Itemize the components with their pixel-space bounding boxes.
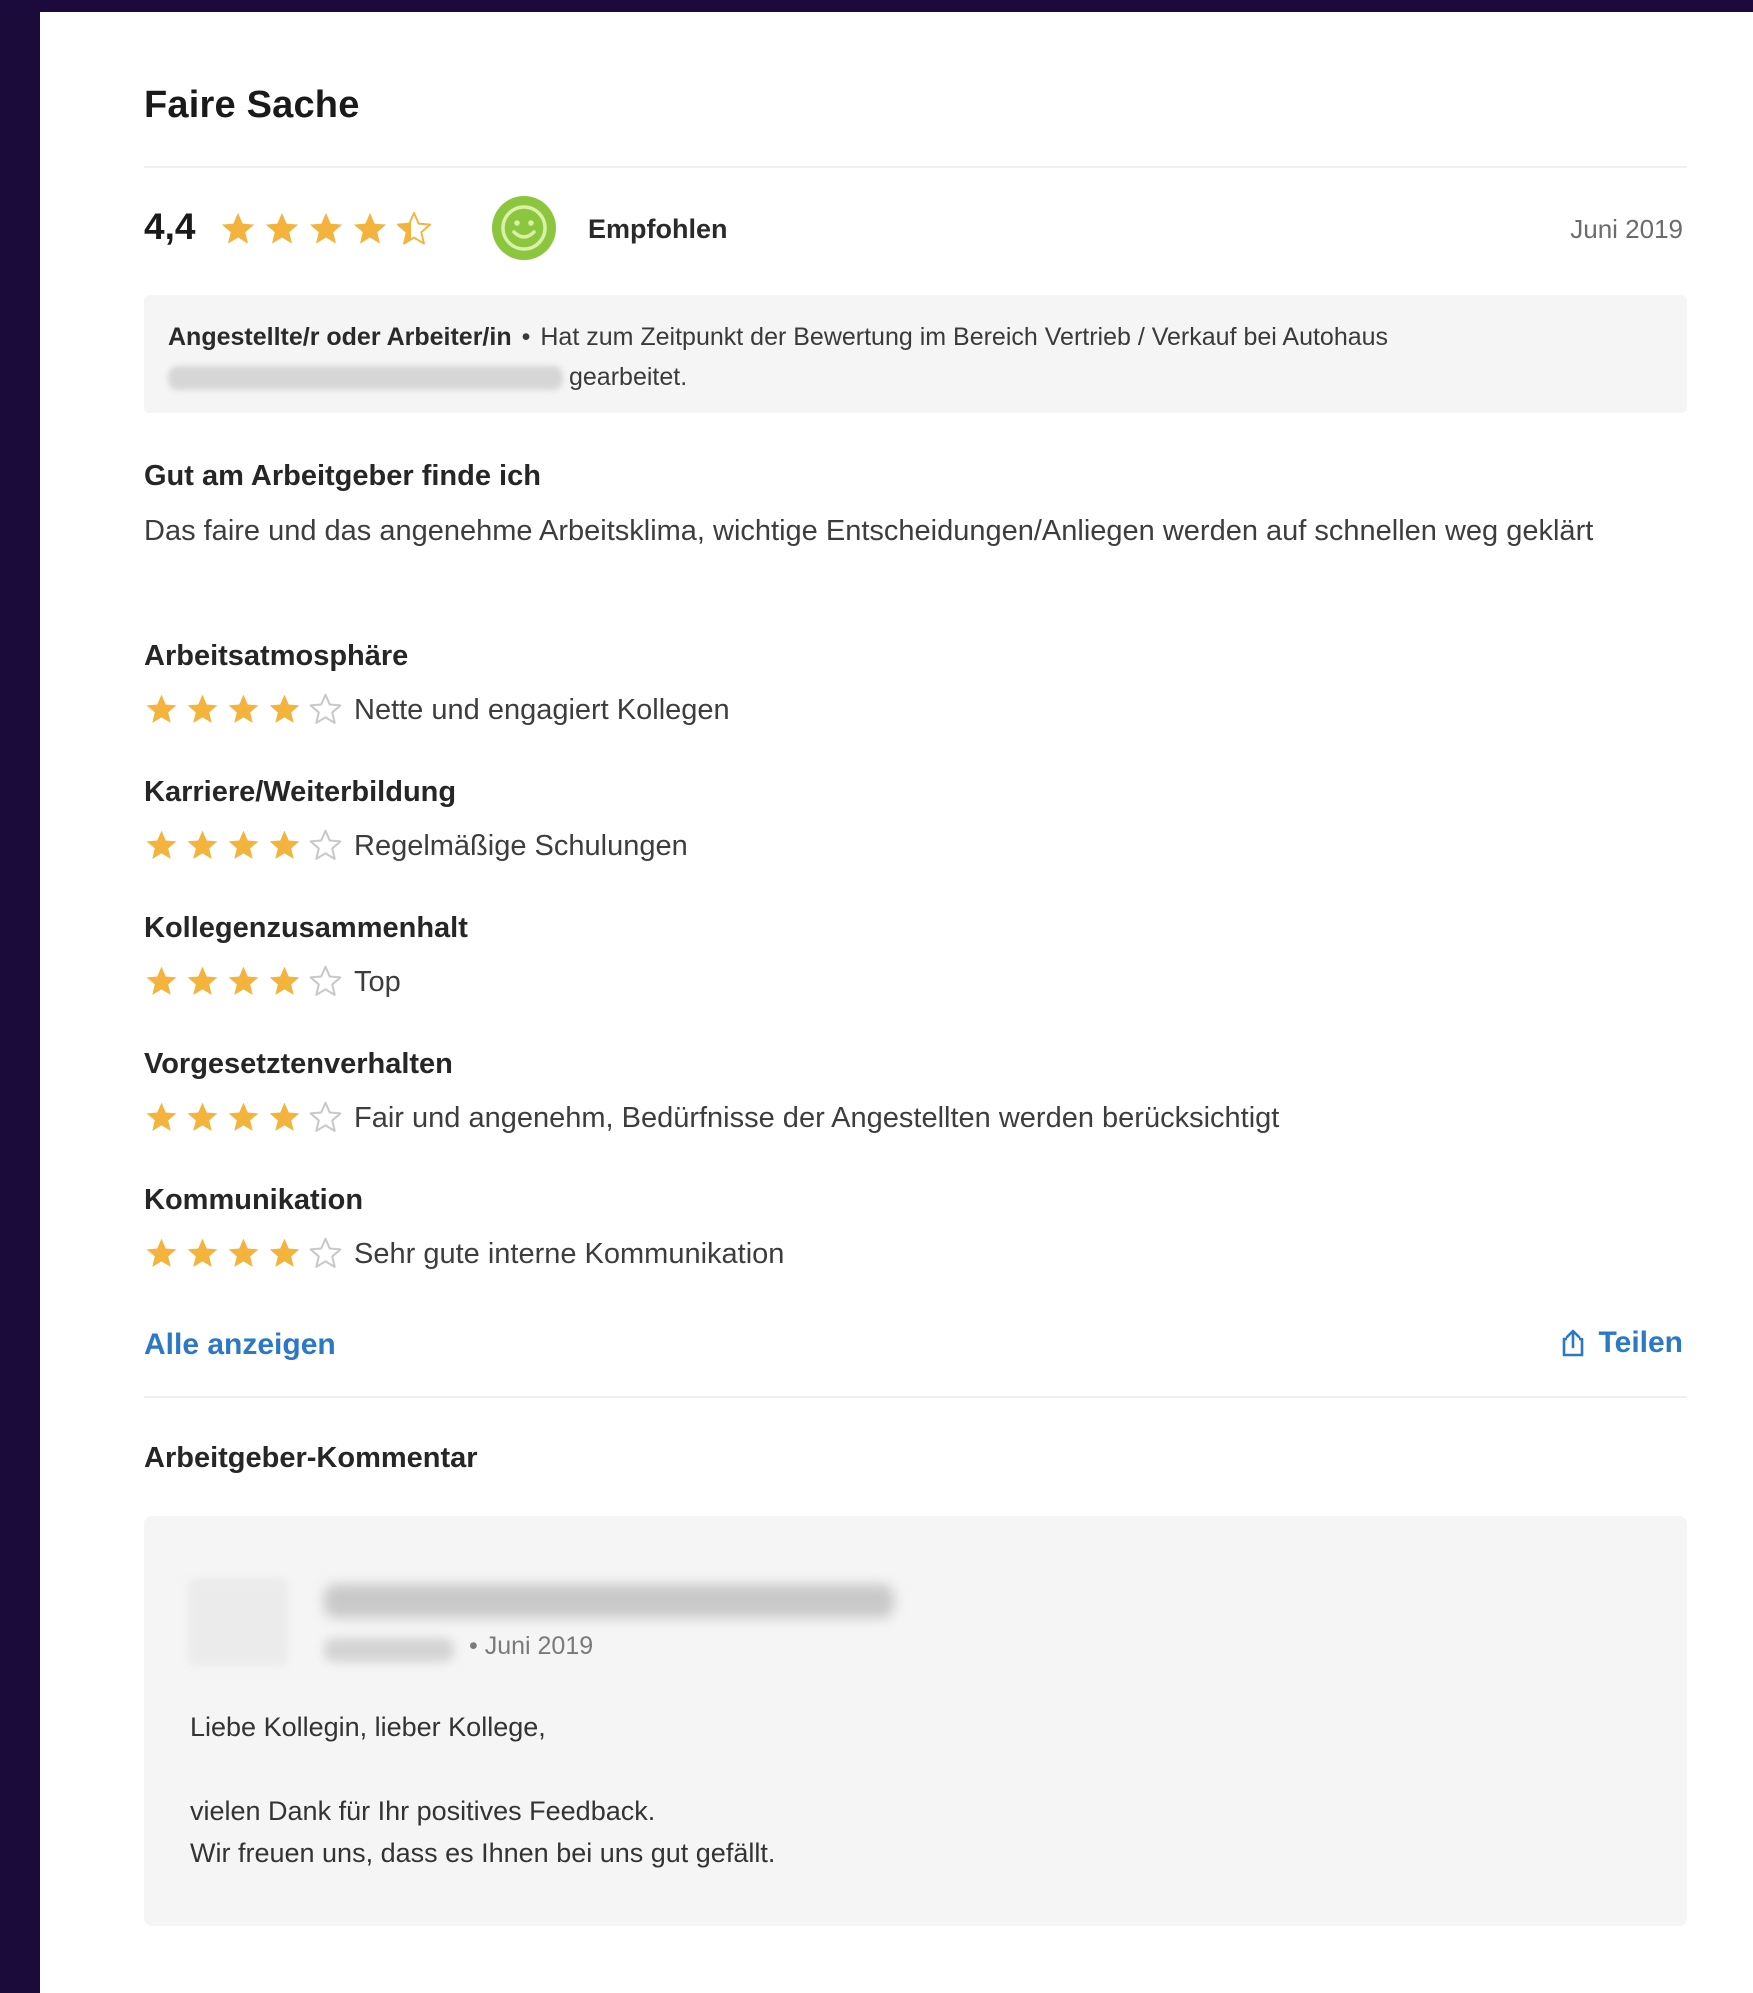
category-stars [144,1236,343,1271]
pro-text: Das faire und das angenehme Arbeitsklima… [144,515,1594,547]
star-icon [187,1102,218,1131]
category-title: Karriere/Weiterbildung [144,776,457,808]
star-icon [309,212,343,244]
comment-divider [144,1396,1687,1398]
star-icon [228,830,259,859]
employer-comment-box: • Juni 2019 Liebe Kollegin, lieber Kolle… [144,1516,1687,1926]
category-rating: Arbeitsatmosphäre Nette und engagiert Kol… [144,640,1687,750]
employer-comment-body: Liebe Kollegin, lieber Kollege, vielen D… [190,1706,1590,1874]
star-icon [269,830,300,859]
star-icon [309,693,342,724]
category-stars [144,692,343,727]
show-all-link[interactable]: Alle anzeigen [144,1328,336,1362]
review-title: Faire Sache [144,84,360,126]
star-icon [309,965,342,996]
overall-stars [219,210,433,248]
employer-avatar [188,1578,288,1666]
comment-line-1: vielen Dank für Ihr positives Feedback. [190,1796,656,1826]
job-role: Angestellte/r oder Arbeiter/in [168,323,512,351]
star-icon [309,1101,342,1132]
comment-line-2: Wir freuen uns, dass es Ihnen bei uns gu… [190,1838,776,1868]
star-icon [228,694,259,723]
category-stars [144,1100,343,1135]
comment-date-separator: • [469,1632,478,1660]
employer-comment-date: • Juni 2019 [469,1632,593,1661]
redacted-responder-role [324,1638,454,1662]
star-icon [146,966,177,995]
rating-row: 4,4 Empfohlen Juni 2019 [144,190,1687,262]
category-rating: Kommunikation Sehr gute interne Kommunika… [144,1184,1687,1294]
star-icon [221,212,255,244]
star-icon [146,1102,177,1131]
category-text: Top [354,966,401,998]
star-icon [187,694,218,723]
category-title: Vorgesetztenverhalten [144,1048,453,1080]
job-description: Hat zum Zeitpunkt der Bewertung im Berei… [540,323,1389,351]
employer-comment-heading: Arbeitgeber-Kommentar [144,1442,478,1474]
category-text: Sehr gute interne Kommunikation [354,1238,785,1270]
overall-score: 4,4 [144,206,196,247]
category-text: Regelmäßige Schulungen [354,830,688,862]
category-rating: Karriere/Weiterbildung Regelmäßige Schulu… [144,776,1687,886]
star-icon [269,694,300,723]
title-divider [144,166,1687,168]
star-icon [269,966,300,995]
category-title: Kollegenzusammenhalt [144,912,468,944]
smiley-icon [492,196,556,260]
category-title: Arbeitsatmosphäre [144,640,409,672]
category-stars [144,828,343,863]
category-text: Fair und angenehm, Bedürfnisse der Anges… [354,1102,1280,1134]
category-title: Kommunikation [144,1184,364,1216]
review-date: Juni 2019 [1570,214,1683,244]
star-icon [187,830,218,859]
share-icon [1562,1329,1583,1357]
pro-heading: Gut am Arbeitgeber finde ich [144,460,541,492]
star-icon [228,1238,259,1267]
share-button[interactable]: Teilen [1557,1326,1683,1360]
job-description-end: gearbeitet. [569,363,688,391]
star-icon [228,966,259,995]
star-icon [309,829,342,860]
review-card: Faire Sache 4,4 Empfohlen Juni 2019 Ange… [40,12,1753,1993]
share-label: Teilen [1598,1326,1683,1359]
comment-date-value: Juni 2019 [484,1632,594,1660]
star-icon [187,966,218,995]
star-icon [187,1238,218,1267]
star-icon [146,1238,177,1267]
star-icon [146,694,177,723]
star-icon [269,1102,300,1131]
star-icon [309,1237,342,1268]
star-icon [353,212,387,244]
star-icon [269,1238,300,1267]
star-icon [228,1102,259,1131]
recommend-label: Empfohlen [588,214,728,244]
redacted-employer-name [168,366,563,391]
category-rating: Kollegenzusammenhalt Top [144,912,1687,1022]
window-frame-top [0,0,1753,12]
star-icon [396,211,432,245]
category-rating: Vorgesetztenverhalten Fair und angenehm, … [144,1048,1687,1158]
star-icon [146,830,177,859]
comment-greeting: Liebe Kollegin, lieber Kollege, [190,1712,546,1742]
category-stars [144,964,343,999]
category-text: Nette und engagiert Kollegen [354,694,730,726]
job-info-box: Angestellte/r oder Arbeiter/in • Hat zum Z… [144,295,1687,413]
star-icon [265,212,299,244]
redacted-responder-name [324,1584,894,1618]
job-separator: • [521,323,531,351]
